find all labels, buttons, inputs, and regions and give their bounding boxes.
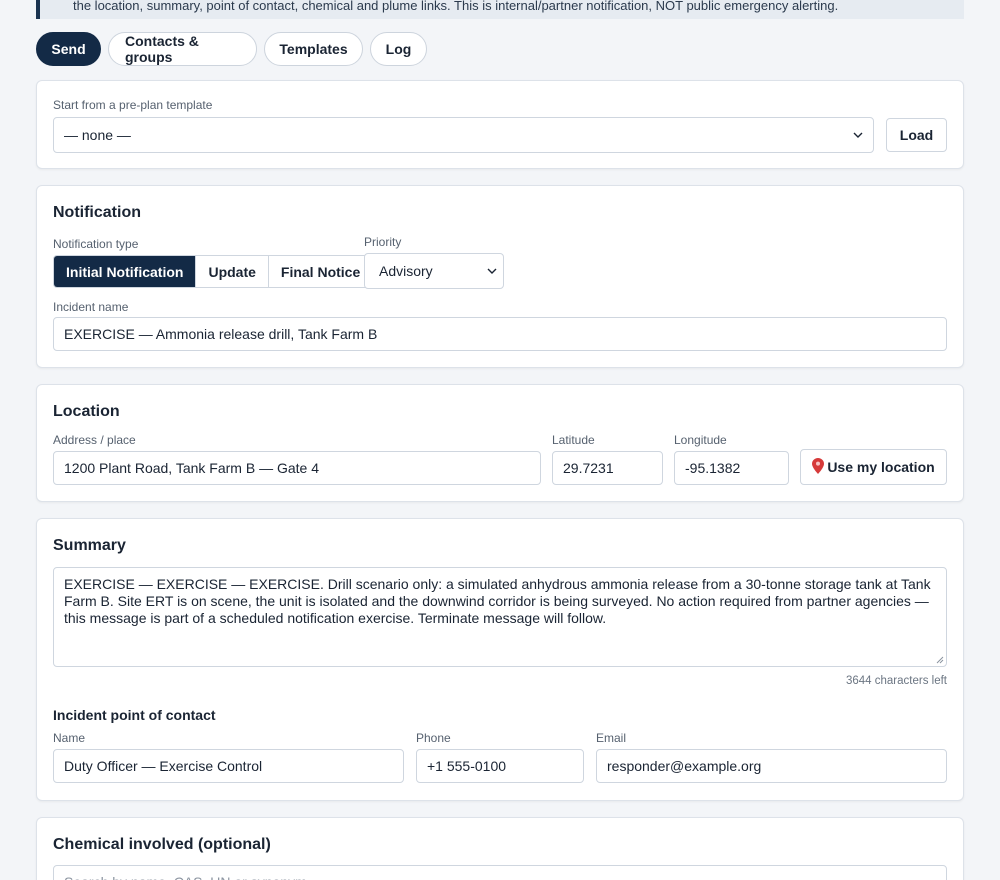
location-card: Location Address / place 1200 Plant Road… <box>36 384 964 502</box>
contact-phone-input[interactable]: +1 555-0100 <box>416 749 584 783</box>
load-button[interactable]: Load <box>886 118 947 152</box>
characters-left-counter: 3644 characters left <box>845 675 947 687</box>
tab-log[interactable]: Log <box>370 32 427 66</box>
resize-grip-icon[interactable] <box>936 656 944 664</box>
main-tabs: Send Contacts & groups Templates Log <box>36 32 427 66</box>
tab-contacts-groups[interactable]: Contacts & groups <box>108 32 257 66</box>
priority-select[interactable]: Advisory <box>364 253 504 289</box>
summary-heading: Summary <box>53 537 126 554</box>
priority-select-value: Advisory <box>379 263 433 279</box>
address-input[interactable]: 1200 Plant Road, Tank Farm B — Gate 4 <box>53 451 541 485</box>
notification-heading: Notification <box>53 204 141 221</box>
contact-phone-label: Phone <box>416 731 451 745</box>
type-final-notice[interactable]: Final Notice <box>268 256 373 287</box>
priority-label: Priority <box>364 235 402 249</box>
chevron-down-icon <box>853 132 863 138</box>
info-notice: the location, summary, point of contact,… <box>36 0 964 19</box>
summary-card: Summary EXERCISE — EXERCISE — EXERCISE. … <box>36 518 964 801</box>
notification-type-label: Notification type <box>53 237 139 251</box>
preplan-label: Start from a pre-plan template <box>53 98 213 112</box>
tab-templates[interactable]: Templates <box>264 32 363 66</box>
point-of-contact-heading: Incident point of contact <box>53 707 216 723</box>
type-initial-notification[interactable]: Initial Notification <box>54 256 197 287</box>
incident-name-label: Incident name <box>53 300 129 314</box>
type-update[interactable]: Update <box>196 256 269 287</box>
use-my-location-button[interactable]: Use my location <box>800 449 947 485</box>
chemical-heading: Chemical involved (optional) <box>53 836 271 853</box>
summary-text: EXERCISE — EXERCISE — EXERCISE. Drill sc… <box>64 576 931 626</box>
chemical-search-input[interactable]: Search by name, CAS, UN or synonym <box>53 865 947 880</box>
longitude-label: Longitude <box>674 433 727 447</box>
tab-send[interactable]: Send <box>36 32 101 66</box>
chemical-card: Chemical involved (optional) Search by n… <box>36 817 964 880</box>
contact-name-label: Name <box>53 731 86 745</box>
longitude-input[interactable]: -95.1382 <box>674 451 789 485</box>
chevron-down-icon <box>487 268 497 274</box>
summary-textarea[interactable]: EXERCISE — EXERCISE — EXERCISE. Drill sc… <box>53 567 947 667</box>
location-heading: Location <box>53 403 120 420</box>
map-pin-icon <box>812 457 825 474</box>
notification-type-segmented: Initial Notification Update Final Notice <box>53 255 374 288</box>
notification-card: Notification Notification type Initial N… <box>36 185 964 368</box>
incident-name-input[interactable]: EXERCISE — Ammonia release drill, Tank F… <box>53 317 947 351</box>
address-label: Address / place <box>53 433 136 447</box>
contact-name-input[interactable]: Duty Officer — Exercise Control <box>53 749 404 783</box>
preplan-card: Start from a pre-plan template — none — … <box>36 80 964 169</box>
contact-email-label: Email <box>596 731 627 745</box>
contact-email-input[interactable]: responder@example.org <box>596 749 947 783</box>
info-notice-text: the location, summary, point of contact,… <box>73 0 839 13</box>
preplan-select-value: — none — <box>64 127 131 143</box>
latitude-label: Latitude <box>552 433 595 447</box>
preplan-select[interactable]: — none — <box>53 117 874 153</box>
latitude-input[interactable]: 29.7231 <box>552 451 663 485</box>
use-my-location-label: Use my location <box>827 459 935 475</box>
